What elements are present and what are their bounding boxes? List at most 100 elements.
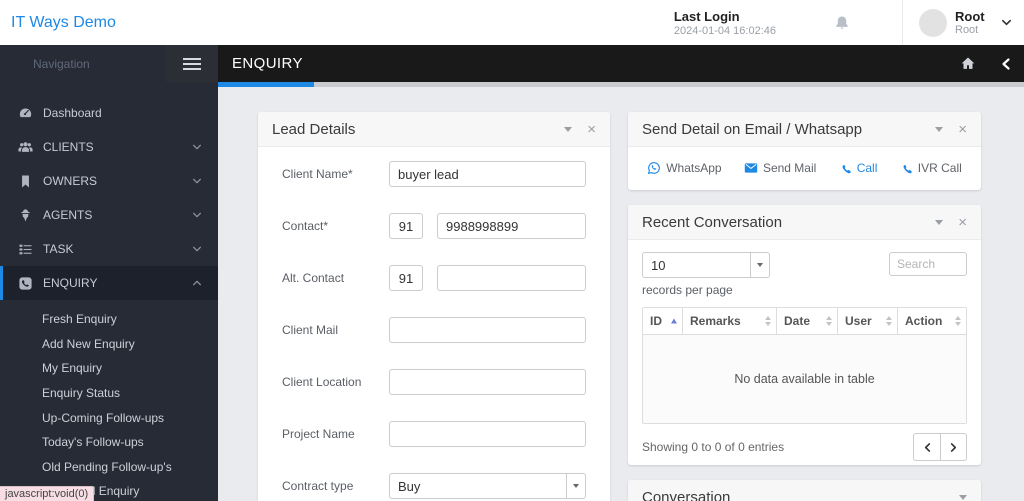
collapse-panel-icon[interactable] — [564, 127, 572, 132]
chevron-down-icon — [192, 176, 202, 186]
brand-link[interactable]: IT Ways Demo — [0, 14, 116, 32]
chevron-up-icon — [192, 278, 202, 288]
sort-icon — [955, 316, 961, 326]
project-name-field[interactable] — [389, 421, 586, 447]
sort-icon — [886, 316, 892, 326]
close-panel-icon[interactable]: × — [587, 122, 596, 137]
conversation-table: ID Remarks Date User — [642, 307, 967, 424]
home-icon[interactable] — [960, 56, 976, 71]
client-location-field[interactable] — [389, 369, 586, 395]
whatsapp-button[interactable]: WhatsApp — [647, 161, 721, 175]
client-name-field[interactable] — [389, 161, 586, 187]
close-panel-icon[interactable]: × — [958, 122, 967, 137]
empty-table-message: No data available in table — [643, 335, 966, 423]
close-panel-icon[interactable]: × — [958, 215, 967, 230]
sort-icon — [826, 316, 832, 326]
field-label: Contract type — [282, 479, 389, 493]
column-header-remarks[interactable]: Remarks — [683, 308, 777, 335]
conversation-panel: Conversation — [628, 480, 981, 501]
chevron-down-icon — [192, 142, 202, 152]
showing-entries-label: Showing 0 to 0 of 0 entries — [642, 440, 784, 454]
contact-number-field[interactable] — [437, 213, 586, 239]
avatar — [919, 9, 947, 37]
contact-country-code-field[interactable] — [389, 213, 423, 239]
lead-details-panel: Lead Details × Client Name* Contact* — [258, 112, 610, 501]
field-label: Contact* — [282, 219, 389, 233]
app-window: IT Ways Demo Last Login 2024-01-04 16:02… — [0, 0, 1024, 501]
sidebar-subitem-add-new-enquiry[interactable]: Add New Enquiry — [0, 332, 218, 357]
owners-bookmark-icon — [18, 174, 33, 189]
alt-contact-country-code-field[interactable] — [389, 265, 423, 291]
collapse-panel-icon[interactable] — [935, 220, 943, 225]
main-content: Lead Details × Client Name* Contact* — [218, 87, 1024, 501]
field-label: Client Name* — [282, 167, 389, 181]
sidebar-subitem-old-pending-followups[interactable]: Old Pending Follow-up's — [0, 455, 218, 480]
last-login-value: 2024-01-04 16:02:46 — [674, 25, 776, 37]
action-label: Send Mail — [763, 161, 816, 175]
sidebar-item-dashboard[interactable]: Dashboard — [0, 96, 218, 130]
records-per-page-label: records per page — [642, 283, 770, 297]
sidebar-item-owners[interactable]: OWNERS — [0, 164, 218, 198]
collapse-panel-icon[interactable] — [959, 495, 967, 500]
sidebar-item-label: Dashboard — [43, 106, 202, 120]
user-name: Root — [955, 9, 993, 24]
chevron-down-icon — [192, 210, 202, 220]
task-list-icon — [18, 242, 33, 257]
panel-title: Recent Conversation — [642, 214, 782, 231]
menu-hamburger-icon[interactable] — [166, 45, 218, 82]
collapse-back-icon[interactable] — [1000, 57, 1012, 71]
collapse-panel-icon[interactable] — [935, 127, 943, 132]
field-label: Alt. Contact — [282, 271, 389, 285]
sidebar-item-label: CLIENTS — [43, 140, 192, 154]
alt-contact-number-field[interactable] — [437, 265, 586, 291]
field-label: Project Name — [282, 427, 389, 441]
page-size-value: 10 — [643, 258, 750, 273]
recent-conversation-panel: Recent Conversation × 10 records per pag… — [628, 205, 981, 465]
sidebar-item-agents[interactable]: AGENTS — [0, 198, 218, 232]
call-button[interactable]: Call — [839, 161, 878, 175]
sidebar-subitem-fresh-enquiry[interactable]: Fresh Enquiry — [0, 307, 218, 332]
panel-title: Send Detail on Email / Whatsapp — [642, 121, 862, 138]
client-mail-field[interactable] — [389, 317, 586, 343]
contract-type-select[interactable]: Buy — [389, 473, 586, 499]
sidebar-item-label: OWNERS — [43, 174, 192, 188]
sidebar-subitem-todays-followups[interactable]: Today's Follow-ups — [0, 430, 218, 455]
next-page-button[interactable] — [940, 434, 966, 460]
send-mail-button[interactable]: Send Mail — [744, 161, 816, 175]
notifications-bell-icon[interactable] — [834, 15, 850, 31]
tab-underline-strip — [218, 82, 1024, 87]
last-login-block: Last Login 2024-01-04 16:02:46 — [674, 9, 776, 37]
previous-page-button[interactable] — [914, 434, 940, 460]
column-header-id[interactable]: ID — [643, 308, 683, 335]
panel-title: Conversation — [642, 489, 730, 501]
phone-icon — [900, 162, 913, 175]
send-detail-panel: Send Detail on Email / Whatsapp × WhatsA… — [628, 112, 981, 190]
search-input[interactable] — [889, 252, 967, 276]
contract-type-value: Buy — [390, 479, 566, 494]
top-header: IT Ways Demo Last Login 2024-01-04 16:02… — [0, 0, 1024, 45]
column-header-user[interactable]: User — [838, 308, 898, 335]
sidebar-subitem-upcoming-followups[interactable]: Up-Coming Follow-ups — [0, 405, 218, 430]
chevron-down-icon — [192, 244, 202, 254]
ivr-call-button[interactable]: IVR Call — [900, 161, 962, 175]
action-label: WhatsApp — [666, 161, 721, 175]
sidebar-item-task[interactable]: TASK — [0, 232, 218, 266]
agents-user-icon — [18, 208, 33, 223]
clients-users-icon — [18, 140, 33, 155]
link-status-tooltip: javascript:void(0) — [0, 486, 94, 501]
column-header-action[interactable]: Action — [898, 308, 966, 335]
phone-icon — [839, 162, 852, 175]
page-title: ENQUIRY — [232, 45, 303, 82]
sidebar-subitem-my-enquiry[interactable]: My Enquiry — [0, 356, 218, 381]
enquiry-phone-icon — [18, 276, 33, 291]
column-header-date[interactable]: Date — [777, 308, 838, 335]
page-size-select[interactable]: 10 — [642, 252, 770, 278]
sidebar-subitem-enquiry-status[interactable]: Enquiry Status — [0, 381, 218, 406]
sidebar-item-clients[interactable]: CLIENTS — [0, 130, 218, 164]
user-menu[interactable]: Root Root — [902, 0, 1024, 45]
dashboard-icon — [18, 106, 33, 121]
active-tab-indicator — [218, 82, 314, 87]
sidebar-item-enquiry[interactable]: ENQUIRY — [0, 266, 218, 300]
sidebar-item-label: AGENTS — [43, 208, 192, 222]
chevron-down-icon — [566, 474, 585, 498]
